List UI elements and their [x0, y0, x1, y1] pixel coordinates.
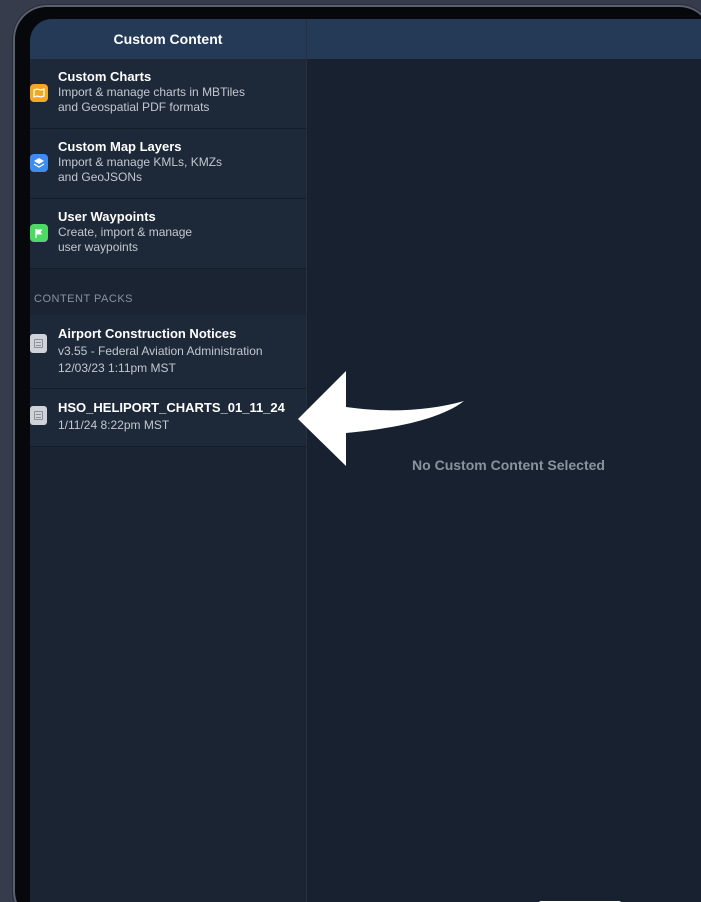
menu-item-subtitle: Create, import & manage — [58, 225, 193, 239]
menu-item-custom-map-layers[interactable]: Custom Map Layers Import & manage KMLs, … — [30, 129, 306, 199]
menu-item-custom-charts[interactable]: Custom Charts Import & manage charts in … — [30, 59, 306, 129]
document-icon — [30, 406, 47, 425]
custom-content-sidebar: Custom Content Custom Charts Import & ma… — [30, 19, 307, 902]
bottom-tab-bar: ⌂ ⌸ ⎘ ⊟ ◪ ✈ ⊟ ≡ — [30, 889, 701, 902]
maps-icon[interactable]: ⌸ — [114, 895, 184, 902]
app-screen: Custom Content Custom Charts Import & ma… — [30, 19, 701, 902]
menu-item-user-waypoints[interactable]: User Waypoints Create, import & manage u… — [30, 199, 306, 269]
menu-item-subtitle: Import & manage charts in MBTiles — [58, 85, 245, 99]
airports-icon[interactable]: ✈ — [458, 895, 528, 902]
pack-date: 1/11/24 8:22pm MST — [58, 418, 170, 432]
plates-icon[interactable]: ⎘ — [200, 895, 270, 902]
section-label-content-packs: CONTENT PACKS — [30, 269, 306, 315]
imagery-icon[interactable]: ◪ — [372, 895, 442, 902]
sidebar-title: Custom Content — [30, 19, 306, 59]
menu-item-subtitle: and GeoJSONs — [58, 170, 143, 184]
pack-title: Airport Construction Notices — [58, 326, 237, 341]
menu-item-title: Custom Charts — [58, 69, 152, 84]
pack-subtitle: v3.55 - Federal Aviation Administration — [58, 344, 263, 358]
layers-icon — [30, 154, 48, 172]
pointer-arrow-annotation — [298, 371, 468, 476]
map-book-icon — [30, 84, 48, 102]
more-icon[interactable]: ≡ — [630, 895, 700, 902]
menu-item-subtitle: user waypoints — [58, 240, 139, 254]
detail-header — [307, 19, 701, 59]
document-icon — [30, 334, 47, 353]
flag-icon — [30, 224, 48, 242]
pack-title: HSO_HELIPORT_CHARTS_01_11_24 — [58, 400, 285, 415]
content-pack-airport-construction[interactable]: Airport Construction Notices v3.55 - Fed… — [30, 315, 306, 389]
pack-date: 12/03/23 1:11pm MST — [58, 361, 176, 375]
menu-item-title: User Waypoints — [58, 209, 156, 224]
menu-item-subtitle: and Geospatial PDF formats — [58, 100, 210, 114]
menu-item-subtitle: Import & manage KMLs, KMZs — [58, 155, 223, 169]
documents-icon[interactable]: ⊟ — [286, 895, 356, 902]
menu-item-title: Custom Map Layers — [58, 139, 182, 154]
content-pack-hso-heliport[interactable]: HSO_HELIPORT_CHARTS_01_11_24 1/11/24 8:2… — [30, 389, 306, 447]
home-icon[interactable]: ⌂ — [30, 895, 97, 902]
